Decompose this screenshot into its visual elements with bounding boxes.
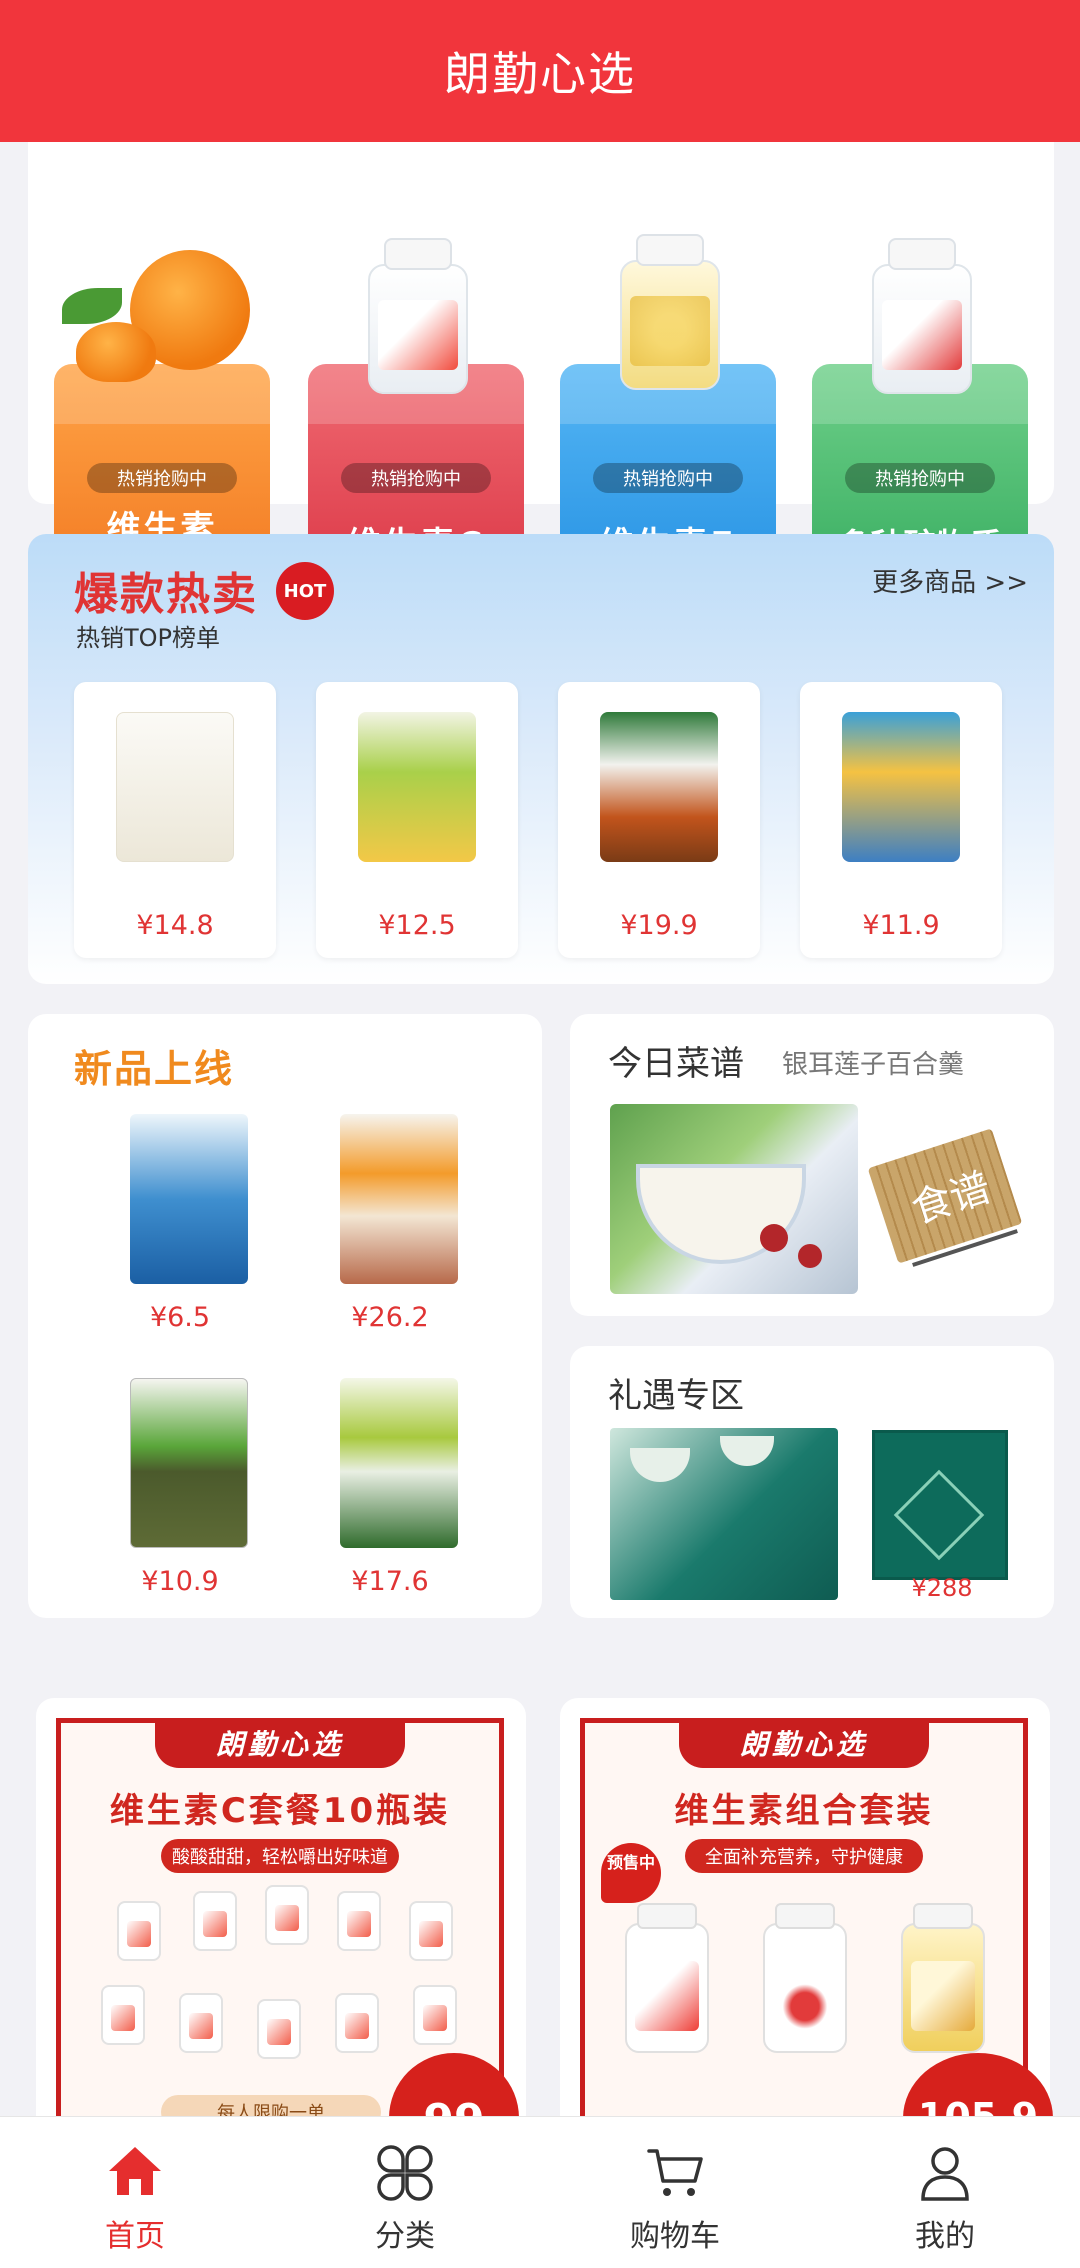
product-price: ¥26.2 — [351, 1302, 429, 1333]
recipe-title: 今日菜谱 — [608, 1044, 744, 1084]
soy-milk-powder-image — [116, 712, 234, 862]
promo-card-vitamin-combo[interactable]: 朗勤心选 维生素组合套装 全面补充营养，守护健康 预售中 105.9 — [560, 1698, 1053, 2183]
hot-sale-tag: 热销抢购中 — [87, 463, 237, 493]
leaf-image — [62, 288, 122, 324]
user-icon — [921, 2147, 969, 2201]
cart-icon — [647, 2149, 703, 2196]
hot-product-card[interactable]: ¥11.9 — [800, 682, 1002, 958]
corn-soup-image — [358, 712, 476, 862]
bottle-image — [337, 1891, 381, 1951]
new-product-card[interactable]: ¥17.6 — [300, 1378, 480, 1598]
product-price: ¥6.5 — [149, 1302, 211, 1333]
promo-brand: 朗勤心选 — [155, 1718, 405, 1768]
recipe-name: 银耳莲子百合羹 — [782, 1050, 965, 1080]
vitamin-e-bottle-image — [901, 1903, 985, 2053]
promo-brand: 朗勤心选 — [679, 1718, 929, 1768]
bottle-image — [117, 1901, 161, 1961]
kelp-snack-image — [340, 1378, 458, 1548]
bottle-image — [257, 1999, 301, 2059]
hot-sale-tag: 热销抢购中 — [845, 463, 995, 493]
oatmeal-image — [340, 1114, 458, 1284]
new-product-card[interactable]: ¥10.9 — [90, 1378, 270, 1598]
promo-subtitle: 全面补充营养，守护健康 — [685, 1839, 923, 1873]
gift-section[interactable]: 礼遇专区 ¥288 — [570, 1346, 1054, 1618]
tea-set-image — [610, 1428, 838, 1600]
home-icon — [109, 2147, 161, 2195]
soup-bowl-image — [610, 1104, 858, 1294]
vitamin-e-bottle-image — [620, 234, 720, 390]
product-price: ¥12.5 — [378, 910, 456, 941]
bottle-image — [179, 1993, 223, 2053]
bottle-image — [101, 1985, 145, 2045]
rice-cracker-image — [842, 712, 960, 862]
hot-section-subtitle: 热销TOP榜单 — [76, 624, 221, 652]
product-price: ¥11.9 — [862, 910, 940, 941]
tab-label: 首页 — [105, 2219, 165, 2254]
vitamin-c-bottle-image — [368, 238, 468, 394]
gift-price: ¥288 — [911, 1574, 973, 1602]
tab-category[interactable]: 分类 — [270, 2117, 540, 2268]
promo-frame: 朗勤心选 维生素组合套装 全面补充营养，守护健康 预售中 105.9 — [580, 1718, 1053, 2183]
hot-section-title: 爆款热卖 — [74, 569, 258, 620]
braised-snack-image — [600, 712, 718, 862]
tab-label: 购物车 — [630, 2219, 720, 2254]
bottom-tab-bar: 首页 分类 购物车 我的 — [0, 2116, 1080, 2268]
presale-badge: 预售中 — [601, 1843, 661, 1903]
tab-label: 分类 — [375, 2219, 435, 2254]
recipe-scroll-image: 食谱 — [867, 1126, 1023, 1286]
category-panel: 热销抢购中 维生素 专场 热销抢购中 维生素C 热销抢购中 维生素E — [28, 142, 1054, 622]
gift-title: 礼遇专区 — [608, 1376, 744, 1416]
hot-product-card[interactable]: ¥14.8 — [74, 682, 276, 958]
new-arrivals-title: 新品上线 — [74, 1047, 235, 1091]
gift-box-image — [872, 1430, 1008, 1580]
promo-frame: 朗勤心选 维生素C套餐10瓶装 酸酸甜甜，轻松嚼出好味道 每人限购一单 99 — [56, 1718, 519, 2183]
hot-sale-tag: 热销抢购中 — [593, 463, 743, 493]
promo-card-vitamin-c-set[interactable]: 朗勤心选 维生素C套餐10瓶装 酸酸甜甜，轻松嚼出好味道 每人限购一单 99 — [36, 1698, 526, 2183]
product-price: ¥10.9 — [141, 1566, 219, 1597]
hot-sale-tag: 热销抢购中 — [341, 463, 491, 493]
bottle-image — [413, 1985, 457, 2045]
tab-profile[interactable]: 我的 — [810, 2117, 1080, 2268]
new-arrivals-section: 新品上线 ¥6.5 ¥26.2 ¥10.9 ¥17.6 — [28, 1014, 542, 1618]
minerals-bottle-image — [872, 238, 972, 394]
promo-subtitle: 酸酸甜甜，轻松嚼出好味道 — [161, 1839, 399, 1873]
new-product-card[interactable]: ¥6.5 — [90, 1114, 270, 1334]
bottle-image — [409, 1901, 453, 1961]
more-products-link[interactable]: 更多商品 >> — [872, 562, 1028, 599]
app-header: 朗勤心选 — [0, 0, 1080, 142]
hot-product-card[interactable]: ¥12.5 — [316, 682, 518, 958]
bottle-image — [265, 1885, 309, 1945]
hot-selling-section: 爆款热卖 HOT 热销TOP榜单 更多商品 >> ¥14.8 ¥12.5 ¥19… — [28, 534, 1054, 984]
product-price: ¥19.9 — [620, 910, 698, 941]
promo-title: 维生素C套餐10瓶装 — [109, 1791, 451, 1831]
bottle-image — [335, 1993, 379, 2053]
mung-bean-image — [130, 1378, 248, 1548]
tab-home[interactable]: 首页 — [0, 2117, 270, 2268]
hot-flame-icon: HOT — [276, 562, 334, 620]
promo-title: 维生素组合套装 — [674, 1791, 934, 1831]
tab-label: 我的 — [915, 2219, 975, 2254]
recipe-section[interactable]: 今日菜谱 银耳莲子百合羹 食谱 — [570, 1014, 1054, 1316]
product-price: ¥17.6 — [351, 1566, 429, 1597]
tab-cart[interactable]: 购物车 — [540, 2117, 810, 2268]
hot-product-card[interactable]: ¥19.9 — [558, 682, 760, 958]
category-icon — [377, 2145, 433, 2201]
minerals-bottle-image — [763, 1903, 847, 2053]
seaweed-snack-image — [130, 1114, 248, 1284]
new-product-card[interactable]: ¥26.2 — [300, 1114, 480, 1334]
product-price: ¥14.8 — [136, 910, 214, 941]
bottle-image — [193, 1891, 237, 1951]
vitamin-c-bottle-image — [625, 1903, 709, 2053]
page-title: 朗勤心选 — [444, 47, 636, 101]
orange-slice-image — [76, 322, 156, 382]
